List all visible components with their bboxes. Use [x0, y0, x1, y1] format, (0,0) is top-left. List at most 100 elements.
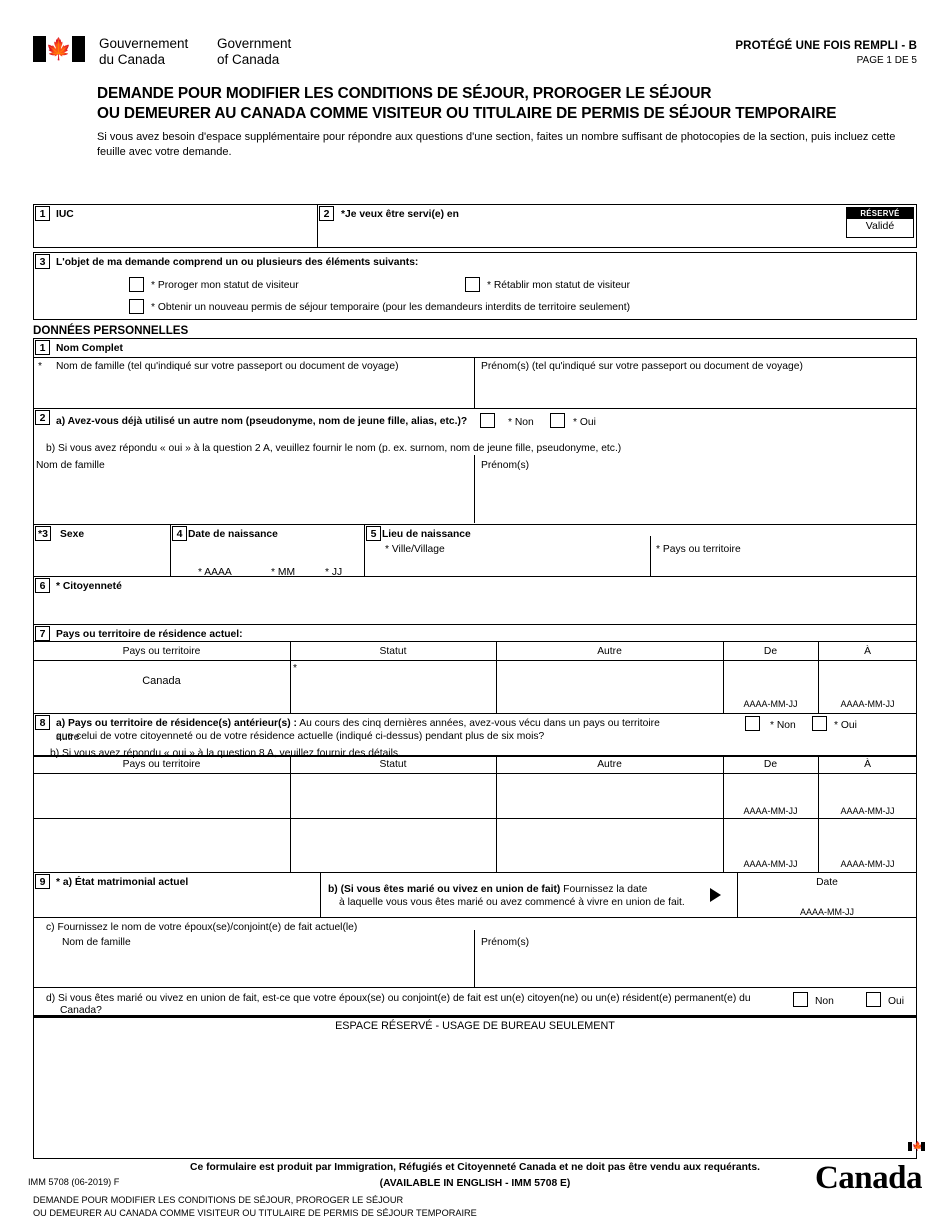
reserved-caption: RÉSERVÉ: [847, 208, 913, 219]
p1-label: Nom Complet: [56, 343, 123, 354]
q2-label: *Je veux être servi(e) en: [341, 209, 459, 220]
footer-subtitle-line2: OU DEMEURER AU CANADA COMME VISITEUR OU …: [33, 1208, 477, 1218]
p9-question-c: c) Fournissez le nom de votre époux(se)/…: [46, 922, 358, 933]
p7-column-header-from: De: [763, 646, 778, 657]
form-page: 🍁 Gouvernement du Canada Government of C…: [0, 0, 950, 1230]
p5-label: Lieu de naissance: [382, 529, 471, 540]
q3-checkbox-temporary-resident-permit[interactable]: [129, 299, 144, 314]
p8-row1-other-input[interactable]: [501, 778, 716, 814]
p9-question-b-rest: Fournissez la date: [560, 884, 648, 895]
p2-yes-label: * Oui: [573, 417, 596, 428]
p3-top-rule: [33, 524, 917, 526]
canada-wordmark-text: Canad: [814, 1160, 907, 1196]
p9-top-rule: [33, 872, 917, 874]
p7-from-input[interactable]: [728, 664, 813, 694]
title-line-1: DEMANDE POUR MODIFIER LES CONDITIONS DE …: [97, 85, 712, 102]
p8-number: 8: [35, 715, 50, 730]
protected-level: PROTÉGÉ UNE FOIS REMPLI - B: [735, 40, 917, 52]
p2-checkbox-yes[interactable]: [550, 413, 565, 428]
wordmark-en-line1: Government: [217, 36, 292, 51]
arrow-right-icon: [710, 888, 721, 902]
p7-from-hint: AAAA-MM-JJ: [743, 699, 798, 709]
p2-family-name-label: Nom de famille: [36, 460, 105, 471]
p1-family-name-input[interactable]: [56, 376, 456, 404]
p8-col-divider-2: [496, 755, 498, 872]
page-number: PAGE 1 DE 5: [856, 55, 917, 66]
p1-given-name-label: Prénom(s) (tel qu'indiqué sur votre pass…: [481, 361, 803, 372]
p8-row2-to-input[interactable]: [823, 824, 911, 848]
canada-flag-icon: 🍁: [33, 36, 85, 62]
q3-option-2-label: * Rétablir mon statut de visiteur: [487, 280, 631, 291]
p8-column-header-from: De: [763, 759, 778, 770]
p9-question-d-line1: d) Si vous êtes marié ou vivez en union …: [46, 993, 751, 1004]
q2-number: 2: [319, 206, 334, 221]
q3-checkbox-extend-visitor[interactable]: [129, 277, 144, 292]
p8-checkbox-yes[interactable]: [812, 716, 827, 731]
wordmark-fr-line1: Gouvernement: [99, 36, 189, 51]
p3-sex-input[interactable]: [45, 546, 165, 574]
p8-row1-from-hint: AAAA-MM-JJ: [743, 806, 798, 816]
p1-asterisk: *: [38, 361, 43, 372]
p8-row2-from-input[interactable]: [728, 824, 813, 848]
p8-row2-country-input[interactable]: [40, 824, 285, 860]
p8-no-label: * Non: [770, 720, 796, 731]
p1-given-name-input[interactable]: [481, 376, 901, 404]
p2-checkbox-no[interactable]: [480, 413, 495, 428]
p9-question-b-bold: b) (Si vous êtes marié ou vivez en union…: [328, 884, 561, 895]
protected-marking: PROTÉGÉ UNE FOIS REMPLI - B PAGE 1 DE 5: [735, 40, 917, 66]
p7-other-input[interactable]: [501, 672, 716, 706]
p8-header-bottom-rule: [33, 773, 917, 775]
footer-subtitle-line1: DEMANDE POUR MODIFIER LES CONDITIONS DE …: [33, 1195, 404, 1205]
p2-no-label: * Non: [508, 417, 534, 428]
iuc-input[interactable]: [56, 224, 311, 244]
p6-number: 6: [35, 578, 50, 593]
goc-wordmark: 🍁 Gouvernement du Canada Government of C…: [33, 36, 291, 67]
p6-citizenship-input[interactable]: [45, 596, 905, 618]
p7-column-header-other: Autre: [597, 646, 622, 657]
office-use-heading: ESPACE RÉSERVÉ - USAGE DE BUREAU SEULEME…: [335, 1020, 615, 1032]
p9-d-yes-label: Oui: [888, 996, 905, 1007]
p7-row-country-value: Canada: [142, 675, 181, 687]
p7-to-input[interactable]: [823, 664, 911, 694]
footer-english-version: (AVAILABLE IN ENGLISH - IMM 5708 E): [379, 1178, 571, 1189]
language-of-service-input[interactable]: [341, 224, 831, 244]
q3-option-3-label: * Obtenir un nouveau permis de séjour te…: [151, 302, 631, 313]
p8-row1-from-input[interactable]: [728, 778, 813, 802]
canada-flag-small-icon: 🍁: [908, 1142, 925, 1151]
p8-row1-to-input[interactable]: [823, 778, 911, 802]
p2-question-b: b) Si vous avez répondu « oui » à la que…: [46, 443, 622, 454]
q3-option-1-label: * Proroger mon statut de visiteur: [151, 280, 299, 291]
p4-day-hint: * JJ: [325, 567, 343, 578]
p8-row1-status-input[interactable]: [295, 778, 490, 814]
p4-number: 4: [172, 526, 187, 541]
p2-family-name-input[interactable]: [40, 476, 460, 518]
p9-c-given-name-input[interactable]: [481, 952, 901, 984]
p5-country-input[interactable]: [656, 558, 906, 576]
q3-label: L'objet de ma demande comprend un ou plu…: [56, 257, 419, 268]
reserved-stamp-box: RÉSERVÉ Validé: [846, 207, 914, 238]
p7-status-input[interactable]: [295, 672, 490, 706]
p5-city-input[interactable]: [385, 558, 640, 576]
p6-label: * Citoyenneté: [56, 581, 122, 592]
p4-year-hint: * AAAA: [198, 567, 232, 578]
q3-checkbox-restore-visitor[interactable]: [465, 277, 480, 292]
p7-column-header-to: À: [864, 646, 871, 657]
p9-d-checkbox-no[interactable]: [793, 992, 808, 1007]
p3-number: *3: [35, 526, 51, 541]
section-heading-personal-details: DONNÉES PERSONNELLES: [33, 324, 189, 337]
instructions-text: Si vous avez besoin d'espace supplémenta…: [97, 131, 896, 158]
p6-top-rule: [33, 576, 917, 578]
footer-produced-by: Ce formulaire est produit par Immigratio…: [190, 1162, 760, 1173]
p8-checkbox-no[interactable]: [745, 716, 760, 731]
p5-number: 5: [366, 526, 381, 541]
p8-row2-other-input[interactable]: [501, 824, 716, 860]
p9-d-checkbox-yes[interactable]: [866, 992, 881, 1007]
p9-marital-status-input[interactable]: [45, 893, 310, 917]
p8-row2-to-hint: AAAA-MM-JJ: [840, 859, 895, 869]
p9-c-family-name-input[interactable]: [62, 952, 462, 984]
p9-c-given-name-label: Prénom(s): [481, 937, 530, 948]
p8-row2-status-input[interactable]: [295, 824, 490, 860]
p4-date-of-birth-input[interactable]: [190, 545, 360, 565]
p2-given-name-input[interactable]: [481, 476, 901, 518]
p8-row1-country-input[interactable]: [40, 778, 285, 814]
